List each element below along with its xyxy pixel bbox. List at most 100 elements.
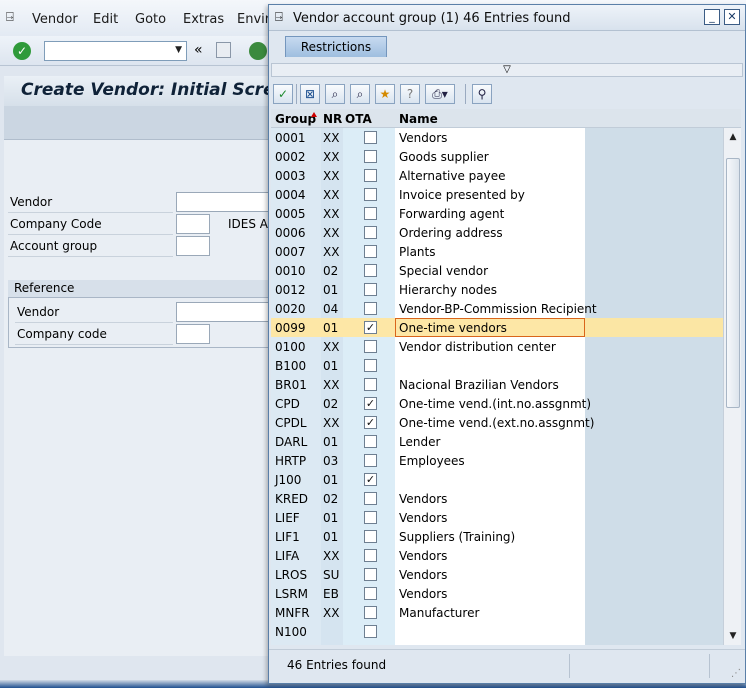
cell-group[interactable]: LIEF bbox=[275, 511, 300, 525]
cell-group[interactable]: N100 bbox=[275, 625, 307, 639]
table-row[interactable]: KRED 02 Vendors bbox=[271, 489, 723, 508]
cell-name[interactable]: Invoice presented by bbox=[399, 188, 525, 202]
cell-name[interactable]: Employees bbox=[399, 454, 465, 468]
personalize-icon[interactable]: ⚲ bbox=[472, 84, 492, 104]
cell-group[interactable]: BR01 bbox=[275, 378, 307, 392]
save-icon[interactable] bbox=[216, 42, 231, 58]
cell-nr[interactable]: EB bbox=[323, 587, 339, 601]
copy-icon[interactable]: ✓ bbox=[273, 84, 293, 104]
cell-name[interactable]: One-time vend.(ext.no.assgnmt) bbox=[399, 416, 594, 430]
cell-name[interactable]: Forwarding agent bbox=[399, 207, 504, 221]
header-name[interactable]: Name bbox=[399, 112, 438, 126]
cell-group[interactable]: 0005 bbox=[275, 207, 306, 221]
cell-nr[interactable]: XX bbox=[323, 226, 339, 240]
table-row[interactable]: 0001 XX Vendors bbox=[271, 128, 723, 147]
cell-group[interactable]: B100 bbox=[275, 359, 306, 373]
resize-grip-icon[interactable]: ⋰ bbox=[731, 668, 741, 679]
cell-group[interactable]: CPD bbox=[275, 397, 300, 411]
cell-group[interactable]: 0001 bbox=[275, 131, 306, 145]
table-row[interactable]: B100 01 bbox=[271, 356, 723, 375]
cell-group[interactable]: 0003 bbox=[275, 169, 306, 183]
scroll-up-icon[interactable]: ▲ bbox=[727, 131, 739, 143]
table-row[interactable]: J100 01 ✓ bbox=[271, 470, 723, 489]
cell-nr[interactable]: XX bbox=[323, 207, 339, 221]
cell-nr[interactable]: XX bbox=[323, 150, 339, 164]
table-row[interactable]: CPDL XX ✓ One-time vend.(ext.no.assgnmt) bbox=[271, 413, 723, 432]
table-row[interactable]: 0010 02 Special vendor bbox=[271, 261, 723, 280]
cell-group[interactable]: MNFR bbox=[275, 606, 310, 620]
cell-nr[interactable]: XX bbox=[323, 169, 339, 183]
table-row[interactable]: LROS SU Vendors bbox=[271, 565, 723, 584]
cell-nr[interactable]: 03 bbox=[323, 454, 338, 468]
table-row[interactable]: LIF1 01 Suppliers (Training) bbox=[271, 527, 723, 546]
cell-nr[interactable]: SU bbox=[323, 568, 339, 582]
cell-group[interactable]: LIFA bbox=[275, 549, 299, 563]
cell-name[interactable]: Manufacturer bbox=[399, 606, 479, 620]
cell-name[interactable]: Nacional Brazilian Vendors bbox=[399, 378, 559, 392]
table-row[interactable]: MNFR XX Manufacturer bbox=[271, 603, 723, 622]
reference-company-code-input[interactable] bbox=[176, 324, 210, 344]
dialog-title-bar[interactable]: ⍈ Vendor account group (1) 46 Entries fo… bbox=[269, 5, 745, 31]
cell-group[interactable]: HRTP bbox=[275, 454, 306, 468]
dropdown-arrow-icon[interactable]: ▼ bbox=[175, 45, 182, 55]
cell-nr[interactable]: 01 bbox=[323, 321, 338, 335]
menu-icon[interactable]: ⍈ bbox=[6, 10, 14, 25]
table-row[interactable]: HRTP 03 Employees bbox=[271, 451, 723, 470]
minimize-icon[interactable]: _ bbox=[704, 9, 720, 25]
find-icon[interactable]: ⌕ bbox=[325, 84, 345, 104]
cell-group[interactable]: LIF1 bbox=[275, 530, 300, 544]
cell-name[interactable]: Vendors bbox=[399, 492, 447, 506]
cell-nr[interactable]: XX bbox=[323, 188, 339, 202]
cell-name[interactable]: Vendors bbox=[399, 511, 447, 525]
cell-group[interactable]: KRED bbox=[275, 492, 308, 506]
cell-name[interactable]: Vendor-BP-Commission Recipient bbox=[399, 302, 597, 316]
cell-name[interactable]: Goods supplier bbox=[399, 150, 489, 164]
cell-name[interactable]: Vendors bbox=[399, 568, 447, 582]
dialog-menu-icon[interactable]: ⍈ bbox=[275, 10, 283, 25]
table-row[interactable]: 0004 XX Invoice presented by bbox=[271, 185, 723, 204]
cell-name[interactable]: Vendors bbox=[399, 131, 447, 145]
header-nr[interactable]: NR bbox=[323, 112, 342, 126]
cell-group[interactable]: 0006 bbox=[275, 226, 306, 240]
cell-name[interactable]: Vendors bbox=[399, 549, 447, 563]
table-row[interactable]: 0100 XX Vendor distribution center bbox=[271, 337, 723, 356]
table-row[interactable]: 0005 XX Forwarding agent bbox=[271, 204, 723, 223]
cell-nr[interactable]: XX bbox=[323, 416, 339, 430]
favorites-icon[interactable]: ★ bbox=[375, 84, 395, 104]
cell-group[interactable]: DARL bbox=[275, 435, 307, 449]
cell-nr[interactable]: 01 bbox=[323, 530, 338, 544]
header-group[interactable]: Group bbox=[275, 112, 316, 126]
table-row[interactable]: N100 bbox=[271, 622, 723, 641]
cell-name[interactable]: Lender bbox=[399, 435, 440, 449]
cell-group[interactable]: 0004 bbox=[275, 188, 306, 202]
table-row[interactable]: BR01 XX Nacional Brazilian Vendors bbox=[271, 375, 723, 394]
cell-nr[interactable]: XX bbox=[323, 340, 339, 354]
cell-nr[interactable]: XX bbox=[323, 549, 339, 563]
close-icon[interactable]: ✕ bbox=[724, 9, 740, 25]
cell-nr[interactable]: 01 bbox=[323, 435, 338, 449]
table-row[interactable]: 0006 XX Ordering address bbox=[271, 223, 723, 242]
cell-name[interactable]: Suppliers (Training) bbox=[399, 530, 515, 544]
header-ota[interactable]: OTA bbox=[345, 112, 372, 126]
scroll-thumb[interactable] bbox=[726, 158, 740, 408]
menu-extras[interactable]: Extras bbox=[183, 12, 224, 27]
menu-goto[interactable]: Goto bbox=[135, 12, 166, 27]
cell-name[interactable]: Ordering address bbox=[399, 226, 503, 240]
back-arrows-icon[interactable]: « bbox=[194, 42, 203, 58]
table-row[interactable]: LIFA XX Vendors bbox=[271, 546, 723, 565]
cell-name[interactable]: Special vendor bbox=[399, 264, 488, 278]
cell-nr[interactable]: XX bbox=[323, 131, 339, 145]
cell-nr[interactable]: 02 bbox=[323, 264, 338, 278]
table-row[interactable]: LSRM EB Vendors bbox=[271, 584, 723, 603]
table-row[interactable]: 0099 01 ✓ One-time vendors bbox=[271, 318, 723, 337]
vertical-scrollbar[interactable]: ▲ ▼ bbox=[723, 128, 741, 645]
cell-group[interactable]: 0007 bbox=[275, 245, 306, 259]
cell-group[interactable]: 0010 bbox=[275, 264, 306, 278]
cell-nr[interactable]: 01 bbox=[323, 511, 338, 525]
cancel-icon[interactable]: ⊠ bbox=[300, 84, 320, 104]
back-icon[interactable] bbox=[249, 42, 267, 60]
cell-group[interactable]: 0099 bbox=[275, 321, 306, 335]
menu-edit[interactable]: Edit bbox=[93, 12, 118, 27]
cell-nr[interactable]: 02 bbox=[323, 492, 338, 506]
cell-name[interactable]: One-time vend.(int.no.assgnmt) bbox=[399, 397, 591, 411]
